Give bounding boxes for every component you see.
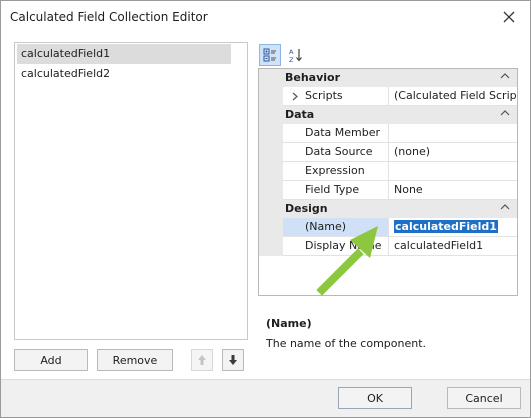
chevron-up-icon	[500, 73, 510, 79]
name-value-editor[interactable]: calculatedField1	[390, 218, 517, 236]
description-title: (Name)	[266, 317, 312, 330]
cancel-button[interactable]: Cancel	[447, 387, 521, 409]
arrow-up-icon	[198, 355, 206, 365]
sort-alphabetical-icon: A Z	[289, 48, 302, 63]
property-row[interactable]: Data Source (none)	[283, 143, 517, 162]
property-name: Field Type	[283, 181, 389, 199]
arrow-down-icon	[229, 355, 237, 365]
property-row[interactable]: Data Member	[283, 124, 517, 143]
add-button[interactable]: Add	[14, 349, 88, 371]
close-icon	[503, 11, 515, 23]
property-value[interactable]: (Calculated Field Scripts)	[390, 87, 517, 105]
selected-text[interactable]: calculatedField1	[394, 220, 498, 233]
chevron-up-icon	[500, 110, 510, 116]
property-name: Scripts	[283, 87, 389, 105]
categorized-view-button[interactable]	[259, 44, 281, 66]
category-label: Data	[285, 108, 315, 121]
ok-button[interactable]: OK	[338, 387, 412, 409]
property-name: Data Source	[283, 143, 389, 161]
title-bar: Calculated Field Collection Editor	[1, 1, 530, 32]
grid-gutter	[259, 87, 283, 106]
category-data[interactable]: Data	[259, 106, 517, 124]
property-row[interactable]: Expression	[283, 162, 517, 181]
svg-text:Z: Z	[289, 56, 294, 63]
callout-arrow-icon	[316, 226, 378, 296]
categorized-icon	[263, 48, 276, 62]
description-text: The name of the component.	[266, 337, 427, 350]
property-value[interactable]: calculatedField1	[390, 237, 517, 255]
property-value[interactable]: None	[390, 181, 517, 199]
chevron-up-icon	[500, 204, 510, 210]
close-button[interactable]	[495, 5, 523, 29]
property-value[interactable]: (none)	[390, 143, 517, 161]
category-label: Behavior	[285, 71, 341, 84]
description-panel: (Name) The name of the component.	[258, 305, 518, 367]
alphabetical-view-button[interactable]: A Z	[285, 44, 307, 66]
property-row[interactable]: Field Type None	[283, 181, 517, 200]
grid-gutter	[259, 218, 283, 256]
field-list[interactable]	[14, 42, 248, 340]
list-item[interactable]: calculatedField2	[17, 64, 231, 84]
remove-button[interactable]: Remove	[97, 349, 173, 371]
window-title: Calculated Field Collection Editor	[10, 10, 208, 24]
property-name: Expression	[283, 162, 389, 180]
property-name: Data Member	[283, 124, 389, 142]
category-label: Design	[285, 202, 328, 215]
grid-gutter	[259, 124, 283, 200]
category-behavior[interactable]: Behavior	[259, 69, 517, 87]
list-item[interactable]: calculatedField1	[17, 44, 231, 64]
property-value[interactable]	[390, 162, 517, 180]
move-up-button[interactable]	[191, 349, 213, 371]
property-value[interactable]	[390, 124, 517, 142]
category-design[interactable]: Design	[259, 200, 517, 218]
property-row[interactable]: Scripts (Calculated Field Scripts)	[283, 87, 517, 106]
svg-text:A: A	[289, 48, 294, 56]
move-down-button[interactable]	[222, 349, 244, 371]
